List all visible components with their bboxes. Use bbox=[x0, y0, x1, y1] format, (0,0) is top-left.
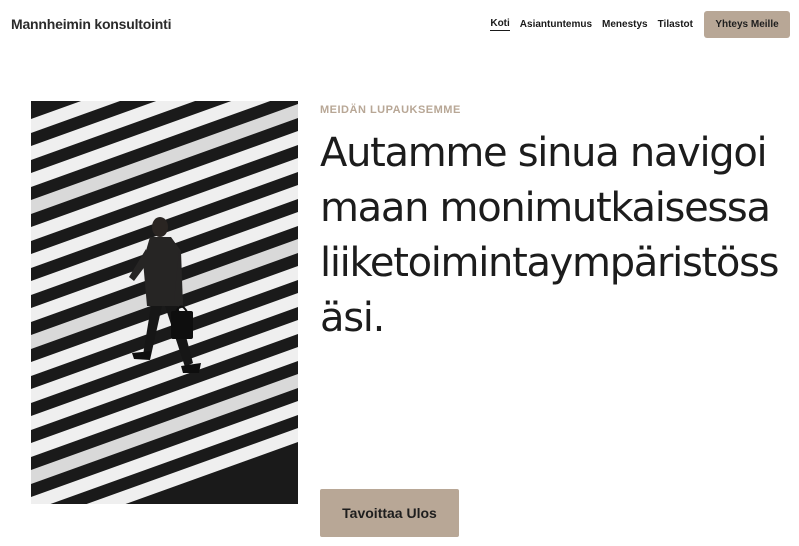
nav-link-menestys[interactable]: Menestys bbox=[602, 19, 648, 31]
hero-headline: Autamme sinua navigoimaan monimutkaisess… bbox=[320, 130, 779, 341]
main-nav: Koti Asiantuntemus Menestys Tilastot bbox=[490, 18, 693, 31]
crosswalk-photo bbox=[31, 101, 298, 504]
brand-logo-text[interactable]: Mannheimin konsultointi bbox=[11, 16, 171, 32]
nav-link-koti[interactable]: Koti bbox=[490, 18, 510, 31]
site-header: Mannheimin konsultointi Koti Asiantuntem… bbox=[0, 0, 799, 48]
nav-link-tilastot[interactable]: Tilastot bbox=[658, 19, 693, 31]
reach-out-button[interactable]: Tavoittaa Ulos bbox=[320, 489, 459, 537]
hero-image bbox=[31, 101, 298, 504]
hero-eyebrow: MEIDÄN LUPAUKSEMME bbox=[320, 104, 461, 116]
contact-button[interactable]: Yhteys Meille bbox=[704, 11, 790, 38]
nav-link-asiantuntemus[interactable]: Asiantuntemus bbox=[520, 19, 592, 31]
